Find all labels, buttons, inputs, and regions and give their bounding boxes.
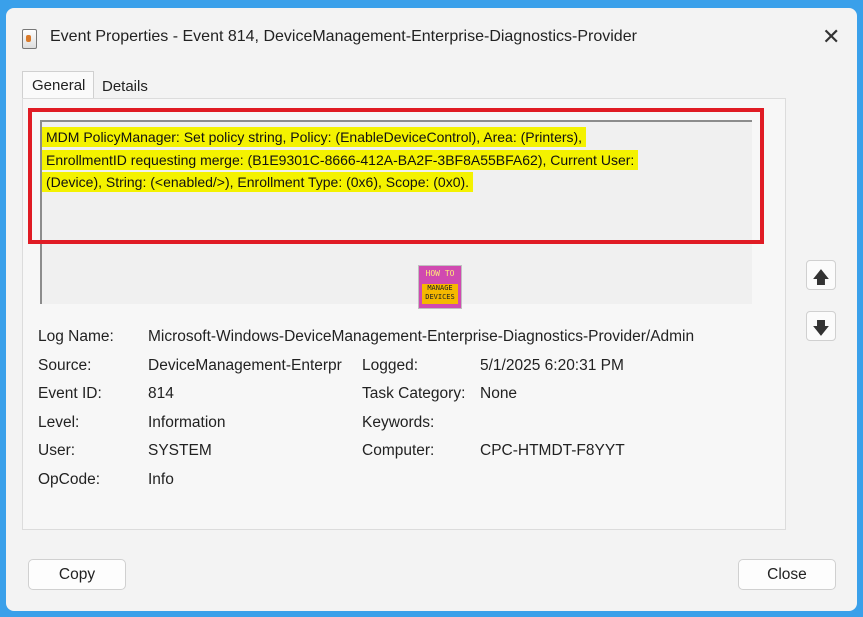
- source-value[interactable]: DeviceManagement-Enterpr: [148, 357, 342, 375]
- source-label: Source:: [38, 357, 92, 374]
- next-event-button[interactable]: 🡇: [806, 311, 836, 341]
- event-viewer-icon: [22, 29, 37, 49]
- log-name-label: Log Name:: [38, 328, 114, 345]
- title-bar: Event Properties - Event 814, DeviceMana…: [6, 8, 857, 60]
- logo-line-1: HOW TO: [425, 269, 455, 278]
- log-name-value[interactable]: Microsoft-Windows-DeviceManagement-Enter…: [148, 328, 694, 346]
- logo-manage: MANAGE: [427, 284, 453, 292]
- user-value[interactable]: SYSTEM: [148, 442, 212, 460]
- event-id-label: Event ID:: [38, 385, 102, 402]
- task-category-label: Task Category:: [362, 385, 466, 402]
- arrow-up-icon: 🡅: [812, 268, 830, 287]
- copy-button[interactable]: Copy: [28, 559, 126, 590]
- close-button[interactable]: Close: [738, 559, 836, 590]
- keywords-label: Keywords:: [362, 414, 435, 431]
- level-value[interactable]: Information: [148, 414, 226, 432]
- previous-event-button[interactable]: 🡅: [806, 260, 836, 290]
- window-title: Event Properties - Event 814, DeviceMana…: [50, 28, 637, 45]
- tab-general[interactable]: General: [22, 71, 94, 99]
- logo-line-2: MANAGE DEVICES: [422, 284, 458, 304]
- user-label: User:: [38, 442, 76, 459]
- event-properties-window: Event Properties - Event 814, DeviceMana…: [6, 8, 857, 611]
- logged-value[interactable]: 5/1/2025 6:20:31 PM: [480, 357, 624, 375]
- close-icon[interactable]: ✕: [822, 24, 840, 50]
- event-id-value[interactable]: 814: [148, 385, 174, 403]
- arrow-down-icon: 🡇: [812, 319, 830, 338]
- tab-details[interactable]: Details: [102, 78, 148, 95]
- level-label: Level:: [38, 414, 80, 431]
- opcode-value[interactable]: Info: [148, 471, 174, 489]
- opcode-label: OpCode:: [38, 471, 101, 488]
- computer-value[interactable]: CPC-HTMDT-F8YYT: [480, 442, 625, 460]
- logo-devices: DEVICES: [425, 293, 455, 301]
- logged-label: Logged:: [362, 357, 419, 374]
- computer-label: Computer:: [362, 442, 435, 459]
- howtomanagedevices-logo: HOW TO MANAGE DEVICES: [418, 265, 462, 309]
- annotation-highlight-box: [28, 108, 764, 244]
- task-category-value[interactable]: None: [480, 385, 517, 403]
